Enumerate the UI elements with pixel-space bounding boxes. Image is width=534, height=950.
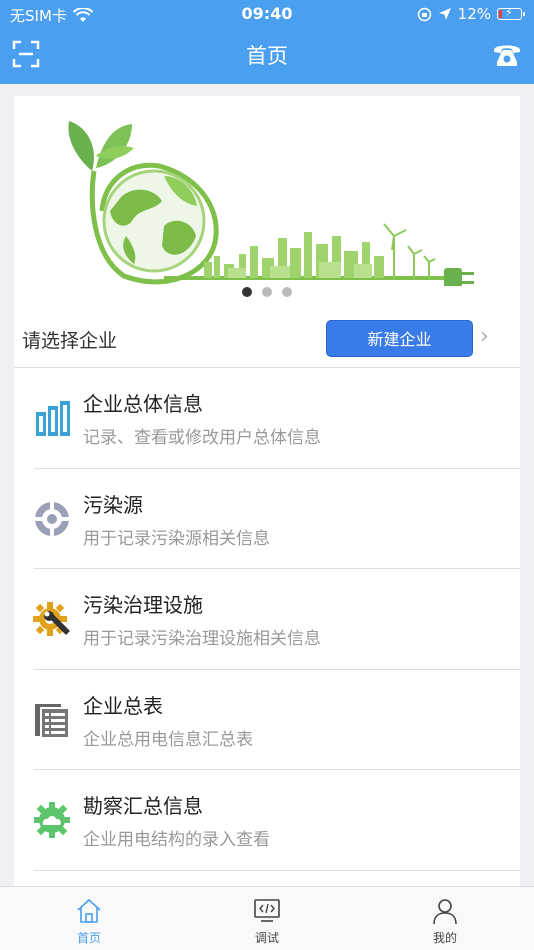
orientation-lock-icon (417, 7, 431, 21)
home-icon (77, 898, 101, 923)
tab-bar: 首页 调试 我的 (0, 886, 534, 950)
menu-item-treatment-facility[interactable]: 污染治理设施 用于记录污染治理设施相关信息 (14, 569, 520, 670)
pollution-source-icon (34, 500, 70, 537)
menu-item-company-info[interactable]: 企业总体信息 记录、查看或修改用户总体信息 (14, 368, 520, 469)
document-list-icon (35, 703, 70, 739)
banner-carousel[interactable] (14, 96, 520, 306)
menu-item-survey-summary[interactable]: 勘察汇总信息 企业用电结构的录入查看 (14, 770, 520, 871)
header: 无SIM卡 09:40 12% ⚡ 首页 (0, 0, 534, 84)
battery-percent: 12% (457, 5, 491, 23)
menu-list: 企业总体信息 记录、查看或修改用户总体信息 污染源 用于记录污染源相关信息 污染… (14, 368, 520, 871)
menu-item-subtitle: 记录、查看或修改用户总体信息 (83, 428, 321, 448)
tab-label: 首页 (76, 931, 101, 945)
gear-cloud-icon (34, 802, 70, 838)
menu-item-subtitle: 企业总用电信息汇总表 (83, 729, 253, 750)
chevron-right-icon[interactable]: › (480, 324, 489, 349)
user-icon (433, 899, 457, 925)
carousel-dots (14, 287, 520, 297)
carousel-dot[interactable] (242, 287, 252, 297)
menu-item-title: 污染源 (83, 492, 143, 517)
status-right: 12% ⚡ (417, 5, 525, 23)
tab-mine[interactable]: 我的 (356, 887, 534, 950)
menu-item-subtitle: 用于记录污染源相关信息 (83, 528, 270, 549)
tab-debug[interactable]: 调试 (178, 887, 356, 950)
main-card: 请选择企业 新建企业 › 企业总体信息 记录、查看或修改用户总体信息 污染源 用… (14, 96, 520, 886)
building-icon (36, 401, 70, 436)
battery-icon: ⚡ (497, 6, 525, 20)
company-select-label: 请选择企业 (22, 330, 118, 352)
company-select-row[interactable]: 请选择企业 新建企业 › (14, 310, 520, 368)
menu-item-pollution-source[interactable]: 污染源 用于记录污染源相关信息 (14, 469, 520, 570)
code-monitor-icon (254, 899, 280, 922)
phone-icon[interactable] (492, 40, 522, 68)
menu-item-subtitle: 用于记录污染治理设施相关信息 (83, 629, 321, 649)
new-company-button[interactable]: 新建企业 (326, 320, 473, 357)
menu-item-title: 企业总表 (83, 693, 163, 718)
location-icon (438, 8, 451, 20)
carousel-dot[interactable] (282, 287, 292, 297)
menu-item-company-summary[interactable]: 企业总表 企业总用电信息汇总表 (14, 670, 520, 771)
carousel-dot[interactable] (262, 287, 272, 297)
tab-home[interactable]: 首页 (0, 887, 178, 950)
menu-item-title: 企业总体信息 (83, 392, 203, 416)
menu-item-subtitle: 企业用电结构的录入查看 (83, 830, 270, 850)
menu-item-title: 勘察汇总信息 (83, 794, 203, 818)
status-bar: 无SIM卡 09:40 12% ⚡ (0, 0, 534, 28)
tab-label: 调试 (254, 931, 279, 945)
tab-label: 我的 (432, 931, 457, 945)
page-title: 首页 (246, 44, 288, 68)
gear-wrench-icon (33, 602, 70, 636)
green-earth-illustration (68, 121, 474, 288)
menu-item-title: 污染治理设施 (83, 593, 203, 617)
navbar: 首页 (0, 30, 534, 78)
